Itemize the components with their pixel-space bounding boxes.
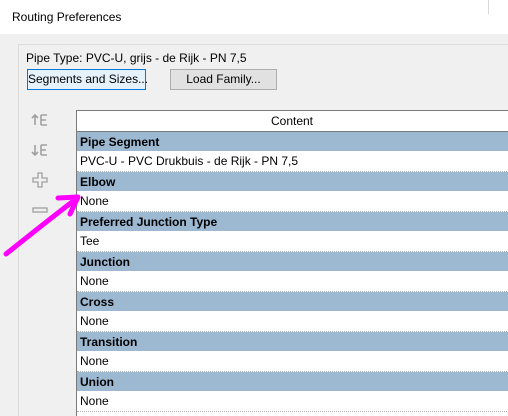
add-row-icon[interactable] bbox=[30, 171, 54, 191]
grid-header: Content bbox=[77, 111, 508, 132]
pipe-type-label: Pipe Type: PVC-U, grijs - de Rijk - PN 7… bbox=[26, 51, 247, 65]
title-divider bbox=[488, 0, 489, 14]
value-cell-cross[interactable]: None bbox=[77, 312, 508, 332]
value-cell-preferred-junction-type[interactable]: Tee bbox=[77, 232, 508, 252]
title-bar: Routing Preferences bbox=[0, 0, 508, 34]
load-family-button[interactable]: Load Family... bbox=[170, 69, 277, 90]
value-cell-junction[interactable]: None bbox=[77, 272, 508, 292]
move-down-icon[interactable] bbox=[30, 141, 54, 161]
column-header-content[interactable]: Content bbox=[77, 114, 507, 128]
grid-rows: Pipe Segment PVC-U - PVC Drukbuis - de R… bbox=[77, 132, 508, 412]
value-cell-elbow[interactable]: None bbox=[77, 192, 508, 212]
category-row-elbow: Elbow bbox=[77, 172, 508, 192]
move-up-icon[interactable] bbox=[30, 111, 54, 131]
routing-grid: Content Pipe Segment PVC-U - PVC Drukbui… bbox=[76, 110, 508, 416]
value-cell-pipe-segment[interactable]: PVC-U - PVC Drukbuis - de Rijk - PN 7,5 bbox=[77, 152, 508, 172]
category-row-pipe-segment: Pipe Segment bbox=[77, 132, 508, 152]
routing-preferences-window: Routing Preferences Pipe Type: PVC-U, gr… bbox=[0, 0, 508, 416]
category-row-cross: Cross bbox=[77, 292, 508, 312]
category-row-junction: Junction bbox=[77, 252, 508, 272]
remove-row-icon[interactable] bbox=[30, 201, 54, 221]
segments-and-sizes-button[interactable]: Segments and Sizes... bbox=[27, 69, 148, 90]
category-row-union: Union bbox=[77, 372, 508, 392]
category-row-transition: Transition bbox=[77, 332, 508, 352]
value-cell-union[interactable]: None bbox=[77, 392, 508, 412]
category-row-preferred-junction-type: Preferred Junction Type bbox=[77, 212, 508, 232]
value-cell-transition[interactable]: None bbox=[77, 352, 508, 372]
window-title: Routing Preferences bbox=[12, 10, 122, 24]
